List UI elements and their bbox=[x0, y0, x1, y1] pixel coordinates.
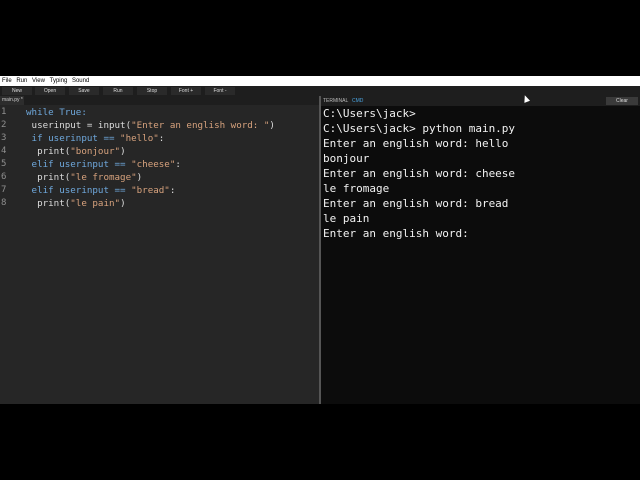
terminal-line: Enter an english word: bbox=[323, 227, 469, 240]
code-line: userinput = input("Enter an english word… bbox=[26, 119, 275, 132]
font-increase-button[interactable]: Font + bbox=[171, 87, 201, 95]
code-line: print("bonjour") bbox=[26, 145, 126, 158]
code-token: ) bbox=[120, 146, 126, 157]
terminal-output[interactable]: C:\Users\jack> C:\Users\jack> python mai… bbox=[321, 106, 640, 404]
terminal-header: TERMINAL CMD Clear bbox=[321, 96, 640, 106]
code-token: userinput = input( bbox=[26, 120, 132, 131]
line-number: 1 bbox=[1, 107, 7, 117]
code-editor[interactable]: 1 2 3 4 5 6 7 8 while True: userinput = … bbox=[0, 105, 319, 404]
menu-file[interactable]: File bbox=[2, 78, 12, 84]
code-token: "bread" bbox=[131, 185, 170, 196]
code-line: elif userinput == "cheese": bbox=[26, 158, 181, 171]
terminal-line: Enter an english word: bread bbox=[323, 197, 509, 210]
code-token: "hello" bbox=[120, 133, 159, 144]
code-line: print("le pain") bbox=[26, 197, 126, 210]
terminal-shell-label: CMD bbox=[352, 98, 364, 104]
terminal-line: C:\Users\jack> bbox=[323, 107, 416, 120]
code-token: "Enter an english word: " bbox=[131, 120, 270, 131]
tab-main-py[interactable]: main.py * bbox=[0, 96, 24, 105]
terminal-line: C:\Users\jack> python main.py bbox=[323, 122, 516, 135]
line-number: 8 bbox=[1, 198, 7, 208]
code-token: while True: bbox=[26, 107, 87, 118]
editor-tab-bar: main.py * bbox=[0, 96, 320, 105]
terminal-line: bonjour bbox=[323, 152, 370, 165]
code-token: "le fromage" bbox=[70, 172, 137, 183]
line-number: 2 bbox=[1, 120, 7, 130]
line-number: 4 bbox=[1, 146, 7, 156]
font-decrease-button[interactable]: Font - bbox=[205, 87, 235, 95]
code-token: ) bbox=[269, 120, 275, 131]
code-token: ) bbox=[136, 172, 143, 183]
new-button[interactable]: New bbox=[2, 87, 32, 95]
code-token: print( bbox=[26, 146, 71, 157]
terminal-line: Enter an english word: hello bbox=[323, 137, 509, 150]
code-editor-app: File Run View Typing Sound New Open Save… bbox=[0, 76, 640, 404]
save-button[interactable]: Save bbox=[69, 87, 99, 95]
code-token: : bbox=[175, 159, 181, 170]
code-token: "cheese" bbox=[131, 159, 176, 170]
line-number: 5 bbox=[1, 159, 7, 169]
menu-sound[interactable]: Sound bbox=[72, 78, 89, 84]
open-button[interactable]: Open bbox=[35, 87, 65, 95]
line-number: 7 bbox=[1, 185, 7, 195]
code-token: print( bbox=[26, 172, 71, 183]
terminal-line: le fromage bbox=[323, 182, 390, 195]
menu-typing[interactable]: Typing bbox=[50, 78, 68, 84]
code-line: elif userinput == "bread": bbox=[26, 184, 176, 197]
code-line: while True: bbox=[26, 106, 87, 119]
line-number-gutter: 1 2 3 4 5 6 7 8 bbox=[0, 105, 12, 404]
code-token: "bonjour" bbox=[70, 146, 121, 157]
terminal-line: Enter an english word: cheese bbox=[323, 167, 516, 180]
line-number: 3 bbox=[1, 133, 7, 143]
menu-run[interactable]: Run bbox=[16, 78, 27, 84]
line-number: 6 bbox=[1, 172, 7, 182]
code-token: ) bbox=[120, 198, 126, 209]
code-line: if userinput == "hello": bbox=[26, 132, 165, 145]
code-token: elif userinput == bbox=[26, 159, 132, 170]
code-token: print( bbox=[26, 198, 71, 209]
code-token: "le pain" bbox=[70, 198, 121, 209]
menu-bar: File Run View Typing Sound bbox=[0, 76, 640, 86]
code-line: print("le fromage") bbox=[26, 171, 142, 184]
stop-button[interactable]: Stop bbox=[137, 87, 167, 95]
code-token: elif userinput == bbox=[26, 185, 132, 196]
code-token: if userinput == bbox=[26, 133, 121, 144]
run-button[interactable]: Run bbox=[103, 87, 133, 95]
toolbar: New Open Save Run Stop Font + Font - bbox=[0, 86, 640, 96]
menu-view[interactable]: View bbox=[32, 78, 45, 84]
code-token: : bbox=[158, 133, 165, 144]
terminal-title: TERMINAL bbox=[323, 98, 349, 104]
terminal-line: le pain bbox=[323, 212, 370, 225]
code-token: : bbox=[169, 185, 176, 196]
clear-button[interactable]: Clear bbox=[606, 97, 638, 105]
